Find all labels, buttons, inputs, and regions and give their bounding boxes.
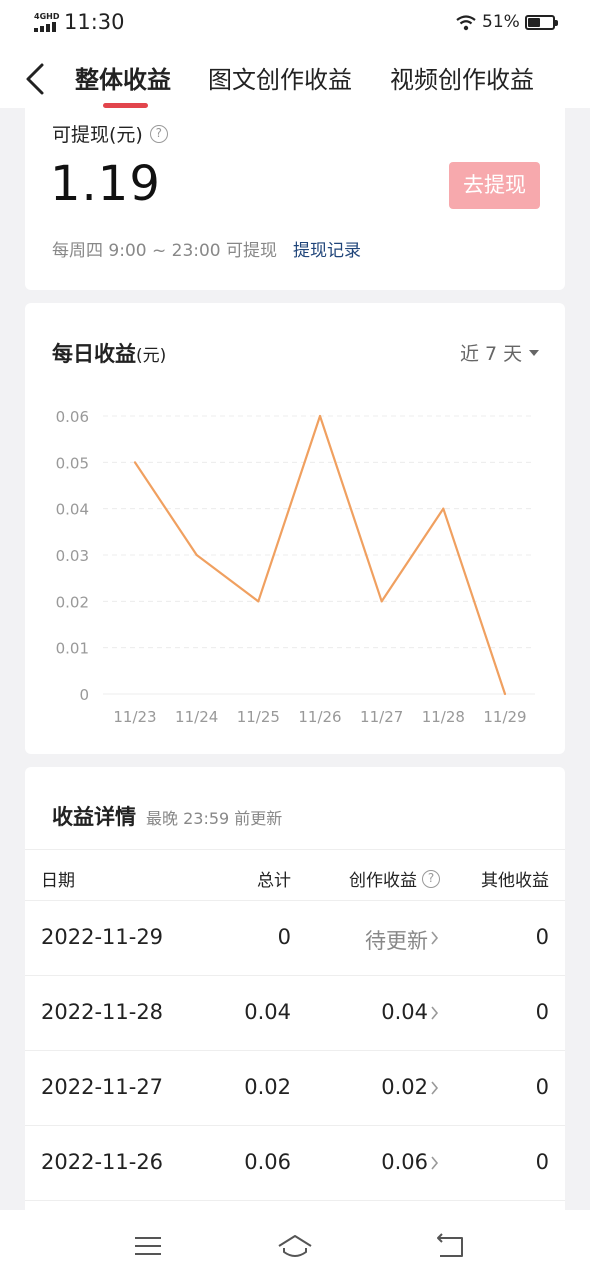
data-point [133,461,137,464]
daily-earnings-chart: 0.06 0.05 0.04 0.03 0.02 0.01 0 11/23 11/24 11/25… [56,408,535,726]
details-header: 收益详情 最晚 23:59 前更新 [52,801,282,831]
wifi-icon [456,15,476,31]
withdraw-button[interactable]: 去提现 [449,162,540,209]
tab-overall[interactable]: 整体收益 [75,60,171,95]
x-tick-label: 11/26 [298,708,341,726]
data-point [380,600,383,603]
chevron-right-icon[interactable] [430,931,439,945]
table-row: 2022-11-27 0.02 0.02 0 [25,1051,565,1126]
y-tick-label: 0.06 [56,408,89,426]
battery-percent: 51% [482,12,520,32]
x-tick-label: 11/29 [483,708,526,726]
row-creation[interactable]: 0.02 [381,1075,428,1099]
chevron-right-icon[interactable] [430,1006,439,1020]
home-icon[interactable] [275,1230,315,1262]
x-tick-label: 11/23 [113,708,156,726]
y-tick-label: 0.04 [56,501,89,519]
row-total: 0.06 [244,1150,291,1174]
column-creation: 创作收益 ? [349,866,440,891]
withdrawable-amount: 1.19 [50,156,161,212]
system-nav-bar [0,1210,590,1280]
column-date: 日期 [41,871,75,891]
network-type: 4GHD [34,12,60,21]
data-point [257,600,260,603]
y-tick-label: 0.02 [56,593,89,611]
y-tick-label: 0.01 [56,640,89,658]
data-point [195,553,198,557]
data-point [442,507,445,510]
row-other: 0 [535,925,549,949]
withdrawable-label: 可提现(元) ? [52,120,168,147]
back-icon[interactable] [22,62,48,96]
details-title: 收益详情 [52,805,136,829]
chevron-right-icon[interactable] [430,1081,439,1095]
table-row: 2022-11-29 0 待更新 0 [25,901,565,976]
withdraw-schedule-note: 每周四 9:00 ~ 23:00 可提现 [52,241,278,261]
row-total: 0 [277,925,291,949]
y-tick-label: 0.05 [56,454,89,472]
table-row: 2022-11-28 0.04 0.04 0 [25,976,565,1051]
x-tick-label: 11/24 [175,708,218,726]
return-icon[interactable] [430,1230,470,1262]
withdraw-card: 可提现(元) ? 1.19 去提现 每周四 9:00 ~ 23:00 可提现 提… [25,108,565,290]
menu-icon[interactable] [128,1230,168,1262]
tab-article-earnings[interactable]: 图文创作收益 [208,60,352,95]
top-nav: 整体收益 图文创作收益 视频创作收益 [0,46,590,108]
x-tick-label: 11/25 [237,708,280,726]
chevron-right-icon[interactable] [430,1156,439,1170]
battery-icon [525,15,558,30]
y-tick-label: 0 [79,686,89,704]
row-creation[interactable]: 0.04 [381,1000,428,1024]
battery-fill [528,18,541,27]
earnings-details-card: 收益详情 最晚 23:59 前更新 日期 总计 创作收益 ? 其他收益 2022… [25,767,565,1227]
data-point [503,692,507,696]
withdraw-record-link[interactable]: 提现记录 [293,236,361,261]
cellular-signal-icon: 4GHD [34,12,62,32]
table-row: 2022-11-26 0.06 0.06 0 [25,1126,565,1201]
status-bar: 4GHD 11:30 51% [0,0,590,46]
y-tick-label: 0.03 [56,547,89,565]
row-other: 0 [535,1075,549,1099]
details-update-note: 最晚 23:59 前更新 [146,809,283,828]
row-date: 2022-11-26 [41,1150,164,1174]
row-total: 0.04 [244,1000,291,1024]
help-icon[interactable]: ? [149,124,168,143]
row-other: 0 [535,1000,549,1024]
row-date: 2022-11-28 [41,1000,164,1024]
column-other: 其他收益 [481,871,549,891]
table-header: 日期 总计 创作收益 ? 其他收益 [25,849,565,901]
data-point [318,414,322,418]
daily-earnings-card: 每日收益(元) 近 7 天 0.06 0.05 0.04 0.03 0.02 0.01 0 1… [25,303,565,754]
help-icon[interactable]: ? [422,869,440,888]
row-creation[interactable]: 0.06 [381,1150,428,1174]
row-other: 0 [535,1150,549,1174]
row-creation[interactable]: 待更新 [365,925,428,955]
column-total: 总计 [257,871,291,891]
x-tick-label: 11/28 [422,708,465,726]
clock: 11:30 [64,10,125,34]
x-tick-label: 11/27 [360,708,403,726]
row-date: 2022-11-27 [41,1075,164,1099]
row-total: 0.02 [244,1075,291,1099]
row-date: 2022-11-29 [41,925,164,949]
tab-video-earnings[interactable]: 视频创作收益 [390,60,534,95]
